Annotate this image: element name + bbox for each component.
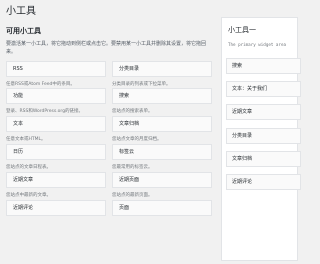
sidebar-description: The primary widget area bbox=[228, 42, 286, 47]
widget-description: 您站点的最新页面。 bbox=[112, 193, 153, 198]
sidebar-widget-recent-comments[interactable]: 近期评论 bbox=[226, 174, 301, 190]
sidebar-widget-categories[interactable]: 分类目录 bbox=[226, 128, 301, 144]
page-title: 小工具 bbox=[6, 6, 36, 17]
sidebar-widget-search[interactable]: 搜索 bbox=[226, 58, 301, 74]
widget-title[interactable]: 搜索 bbox=[112, 88, 212, 104]
sidebar-widget-recent-posts[interactable]: 近期文章 bbox=[226, 104, 301, 120]
widget-description: 您站点中最新的文章。 bbox=[6, 193, 51, 198]
sidebar-title[interactable]: 小工具一 bbox=[228, 25, 256, 35]
widget-title[interactable]: 近期评论 bbox=[6, 200, 106, 216]
sidebar-widget-area[interactable]: 小工具一 The primary widget area 搜索 文本：关于我们 … bbox=[221, 17, 301, 261]
widget-title[interactable]: 文章归档 bbox=[112, 116, 212, 132]
widget-description: 您站点文章的月度归档。 bbox=[112, 137, 162, 142]
widget-title[interactable]: 近期页面 bbox=[112, 172, 212, 188]
widget-description: 任意文本或HTML。 bbox=[6, 137, 46, 142]
widget-title[interactable]: 功能 bbox=[6, 88, 106, 104]
widget-title[interactable]: 日历 bbox=[6, 144, 106, 160]
widget-title[interactable]: 标签云 bbox=[112, 144, 212, 160]
available-widgets-title: 可用小工具 bbox=[6, 27, 41, 35]
widget-description: 您站点的文章日程表。 bbox=[6, 165, 51, 170]
widget-title[interactable]: 分类目录 bbox=[112, 61, 212, 77]
widget-title[interactable]: 页面 bbox=[112, 200, 212, 216]
widget-description: 登录、RSS和WordPress.org的链接。 bbox=[6, 109, 84, 114]
available-widgets-description: 要激活某一小工具，将它拖动到侧栏或点击它。要禁用某一小工具并删除其设置，将它拖回… bbox=[6, 41, 207, 55]
widget-title[interactable]: 近期文章 bbox=[6, 172, 106, 188]
widget-title[interactable]: 文本 bbox=[6, 116, 106, 132]
widget-description: 您最常用的标签云。 bbox=[112, 165, 153, 170]
widget-title[interactable]: RSS bbox=[6, 61, 106, 77]
widget-description: 您站点的搜索表单。 bbox=[112, 109, 153, 114]
sidebar-widget-archives[interactable]: 文章归档 bbox=[226, 151, 301, 167]
sidebar-widget-text-about[interactable]: 文本：关于我们 bbox=[226, 81, 301, 97]
